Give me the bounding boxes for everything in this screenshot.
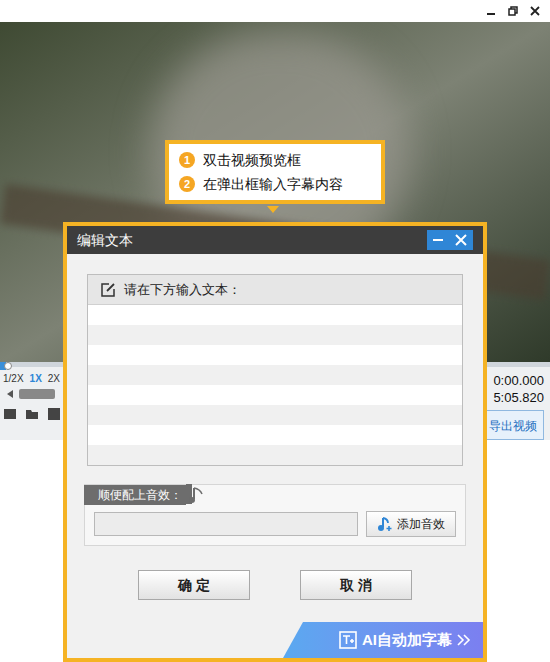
- sound-input[interactable]: [94, 512, 358, 536]
- current-time: 0:00.000: [493, 373, 544, 388]
- play-slider[interactable]: [19, 389, 55, 399]
- text-box-header: 请在下方输入文本：: [88, 275, 462, 305]
- timeline-knob[interactable]: [4, 362, 12, 370]
- text-input[interactable]: [88, 305, 462, 465]
- prev-icon[interactable]: [3, 389, 15, 399]
- close-icon: [455, 234, 467, 246]
- folder-icon[interactable]: [25, 407, 39, 421]
- dialog-title: 编辑文本: [77, 230, 133, 251]
- ok-button[interactable]: 确 定: [138, 570, 250, 600]
- total-time: 5:05.820: [493, 390, 544, 405]
- sound-label: 顺便配上音效：: [84, 484, 204, 506]
- export-button[interactable]: 导出视频: [482, 410, 544, 440]
- close-icon[interactable]: [530, 6, 540, 16]
- minimize-icon[interactable]: [486, 6, 496, 16]
- dialog-minimize[interactable]: [427, 230, 449, 250]
- text-box: 请在下方输入文本：: [87, 274, 463, 466]
- chevrons-icon: [457, 634, 471, 646]
- speed-option[interactable]: 1/2X: [3, 373, 24, 385]
- speed-option[interactable]: 1X: [30, 373, 42, 385]
- step-text: 在弹出框输入字幕内容: [203, 173, 343, 195]
- sound-section: 顺便配上音效： 添加音效: [84, 484, 466, 546]
- subtitle-icon[interactable]: [3, 407, 17, 421]
- minimize-icon: [432, 234, 444, 246]
- ai-subtitle-button[interactable]: AI自动加字幕: [283, 622, 483, 658]
- save-icon[interactable]: [47, 407, 61, 421]
- step-text: 双击视频预览框: [203, 149, 301, 171]
- callout-step: 2 在弹出框输入字幕内容: [179, 173, 371, 195]
- add-sound-button[interactable]: 添加音效: [366, 511, 456, 537]
- speed-option[interactable]: 2X: [48, 373, 60, 385]
- restore-icon[interactable]: [508, 6, 518, 16]
- callout-arrow: [267, 206, 279, 213]
- title-bar: [0, 0, 550, 22]
- cancel-button[interactable]: 取 消: [300, 570, 412, 600]
- dialog-title-bar: 编辑文本: [67, 226, 483, 254]
- ai-subtitle-icon: [339, 631, 357, 649]
- callout: 1 双击视频预览框 2 在弹出框输入字幕内容: [165, 140, 385, 204]
- edit-text-dialog: 编辑文本 请在下方输入文本： 顺便配上音效：: [63, 222, 487, 662]
- callout-step: 1 双击视频预览框: [179, 149, 371, 171]
- step-number: 1: [179, 152, 195, 168]
- music-icon: [377, 516, 393, 532]
- step-number: 2: [179, 176, 195, 192]
- dialog-close[interactable]: [449, 230, 473, 250]
- music-note-icon: [186, 484, 204, 506]
- edit-icon: [100, 282, 116, 298]
